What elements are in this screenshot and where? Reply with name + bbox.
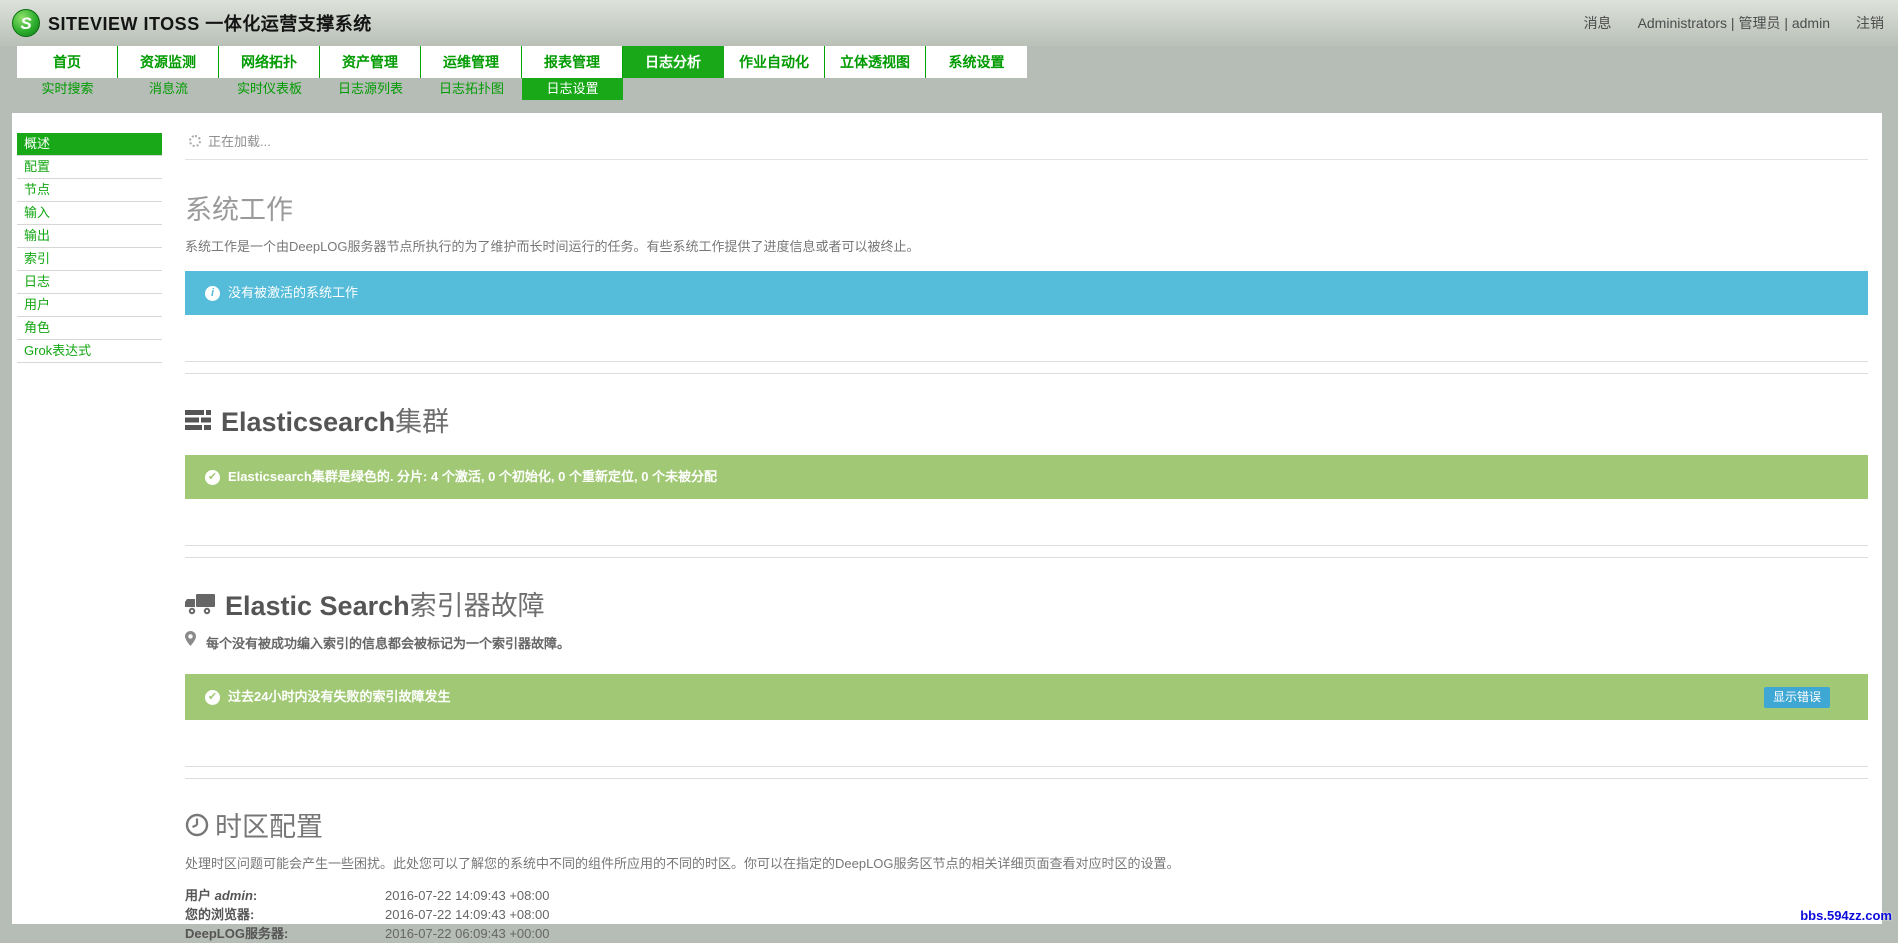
tab-asset-management[interactable]: 资产管理 [320, 46, 421, 78]
timezone-title-row: 时区配置 [185, 805, 1868, 844]
section-divider [185, 766, 1868, 779]
sidebar-item-indices[interactable]: 索引 [17, 248, 162, 271]
spinner-icon [189, 135, 201, 147]
sidebar-item-roles[interactable]: 角色 [17, 317, 162, 340]
system-jobs-banner-text: 没有被激活的系统工作 [228, 271, 358, 315]
show-errors-button[interactable]: 显示错误 [1764, 687, 1830, 708]
subtab-log-settings[interactable]: 日志设置 [522, 78, 623, 100]
indexer-failures-banner: ✔ 过去24小时内没有失败的索引故障发生 显示错误 [185, 674, 1868, 720]
sidebar-item-logs[interactable]: 日志 [17, 271, 162, 294]
subtab-realtime-dashboard[interactable]: 实时仪表板 [219, 78, 320, 100]
indexer-failures-description: 每个没有被成功编入索引的信息都会被标记为一个索引器故障。 [206, 633, 570, 652]
system-jobs-banner: i 没有被激活的系统工作 [185, 271, 1868, 315]
loading-indicator: 正在加载... [185, 113, 1868, 160]
table-row: 您的浏览器: 2016-07-22 14:09:43 +08:00 [185, 905, 1868, 924]
app-title: SITEVIEW ITOSS 一体化运营支撑系统 [48, 10, 372, 36]
marker-pin-icon [185, 631, 196, 646]
sidebar-item-inputs[interactable]: 输入 [17, 202, 162, 225]
tz-user-value: 2016-07-22 14:09:43 +08:00 [385, 886, 549, 905]
user-info: Administrators | 管理员 | admin [1638, 13, 1830, 33]
tab-home[interactable]: 首页 [17, 46, 118, 78]
indexer-failures-title: Elastic Search索引器故障 [185, 584, 1868, 623]
sidebar-item-grok-patterns[interactable]: Grok表达式 [17, 340, 162, 363]
sidebar-item-users[interactable]: 用户 [17, 294, 162, 317]
tab-3d-perspective[interactable]: 立体透视图 [825, 46, 926, 78]
timezone-table: 用户 admin: 2016-07-22 14:09:43 +08:00 您的浏… [185, 886, 1868, 943]
tab-ops-management[interactable]: 运维管理 [421, 46, 522, 78]
es-cluster-title: Elasticsearch集群 [185, 400, 1868, 439]
tab-resource-monitor[interactable]: 资源监测 [118, 46, 219, 78]
table-row: 用户 admin: 2016-07-22 14:09:43 +08:00 [185, 886, 1868, 905]
tab-job-automation[interactable]: 作业自动化 [724, 46, 825, 78]
subtab-message-stream[interactable]: 消息流 [118, 78, 219, 100]
info-icon: i [205, 286, 220, 301]
tab-system-settings[interactable]: 系统设置 [926, 46, 1027, 78]
sidebar-item-nodes[interactable]: 节点 [17, 179, 162, 202]
tasks-icon [185, 409, 211, 431]
indexer-failures-title-zh: 索引器故障 [410, 591, 545, 621]
sidebar-item-overview[interactable]: 概述 [17, 133, 162, 156]
system-jobs-title: 系统工作 [185, 188, 1868, 227]
subtab-realtime-search[interactable]: 实时搜索 [17, 78, 118, 100]
header-user-area: 消息 Administrators | 管理员 | admin 注销 [1584, 0, 1884, 46]
subtab-log-topology[interactable]: 日志拓扑图 [421, 78, 522, 100]
timezone-title: 时区配置 [215, 805, 323, 844]
main-column: 正在加载... 系统工作 系统工作是一个由DeepLOG服务器节点所执行的为了维… [185, 113, 1868, 943]
messages-link[interactable]: 消息 [1584, 13, 1612, 33]
tab-log-analysis[interactable]: 日志分析 [623, 46, 724, 78]
app-logo-icon: S [12, 9, 40, 37]
watermark: bbs.594zz.com [1800, 908, 1892, 923]
section-divider [185, 545, 1868, 558]
main-nav: 首页 资源监测 网络拓扑 资产管理 运维管理 报表管理 日志分析 作业自动化 立… [17, 46, 1027, 78]
loading-text: 正在加载... [208, 131, 271, 150]
tab-network-topology[interactable]: 网络拓扑 [219, 46, 320, 78]
indexer-failures-description-row: 每个没有被成功编入索引的信息都会被标记为一个索引器故障。 [185, 633, 1868, 652]
content-panel: 概述 配置 节点 输入 输出 索引 日志 用户 角色 Grok表达式 正在加载.… [12, 113, 1882, 924]
sidebar-item-outputs[interactable]: 输出 [17, 225, 162, 248]
check-icon: ✔ [205, 690, 220, 705]
es-cluster-banner-text: Elasticsearch集群是绿色的. 分片: 4 个激活, 0 个初始化, … [228, 455, 717, 499]
subtab-log-source-list[interactable]: 日志源列表 [320, 78, 421, 100]
clock-icon [185, 813, 209, 837]
indexer-failures-title-en: Elastic Search [225, 591, 410, 621]
section-divider [185, 361, 1868, 374]
tz-browser-value: 2016-07-22 14:09:43 +08:00 [385, 905, 549, 924]
app-header: S SITEVIEW ITOSS 一体化运营支撑系统 消息 Administra… [0, 0, 1898, 46]
es-cluster-title-en: Elasticsearch [221, 407, 395, 437]
truck-icon [185, 592, 215, 616]
es-cluster-banner: ✔ Elasticsearch集群是绿色的. 分片: 4 个激活, 0 个初始化… [185, 455, 1868, 499]
timezone-description: 处理时区问题可能会产生一些困扰。此处您可以了解您的系统中不同的组件所应用的不同的… [185, 853, 1868, 872]
tz-browser-label: 您的浏览器: [185, 905, 385, 924]
indexer-failures-banner-text: 过去24小时内没有失败的索引故障发生 [228, 674, 450, 720]
es-cluster-title-zh: 集群 [395, 407, 449, 437]
logout-link[interactable]: 注销 [1856, 13, 1884, 33]
system-jobs-description: 系统工作是一个由DeepLOG服务器节点所执行的为了维护而长时间运行的任务。有些… [185, 236, 1868, 255]
sidebar: 概述 配置 节点 输入 输出 索引 日志 用户 角色 Grok表达式 [17, 133, 162, 363]
check-icon: ✔ [205, 470, 220, 485]
sidebar-item-configuration[interactable]: 配置 [17, 156, 162, 179]
sub-nav: 实时搜索 消息流 实时仪表板 日志源列表 日志拓扑图 日志设置 [17, 78, 623, 100]
tab-report-management[interactable]: 报表管理 [522, 46, 623, 78]
tz-user-label: 用户 admin: [185, 886, 385, 905]
